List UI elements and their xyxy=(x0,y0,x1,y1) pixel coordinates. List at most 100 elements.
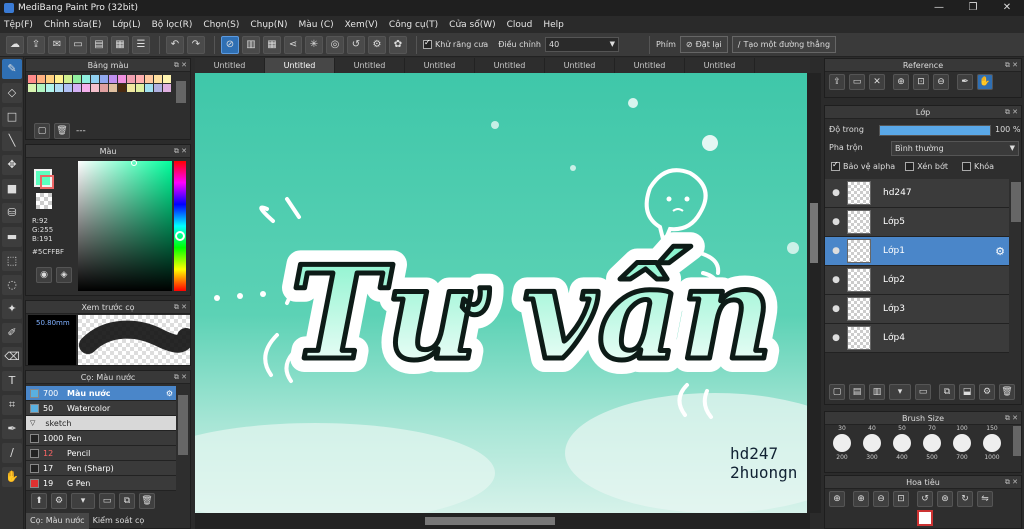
hand-icon[interactable]: ✋ xyxy=(977,74,993,90)
list-doc-icon[interactable]: ☰ xyxy=(132,35,150,54)
menu-filter[interactable]: Bộ lọc(R) xyxy=(152,20,193,30)
palette-swatch[interactable] xyxy=(127,75,135,83)
palette-swatch[interactable] xyxy=(118,84,126,92)
folder-icon[interactable]: ▭ xyxy=(99,493,115,509)
palette-swatch[interactable] xyxy=(136,84,144,92)
gear-icon[interactable]: ⚙ xyxy=(995,245,1005,258)
palette-swatch[interactable] xyxy=(163,75,171,83)
brush-tool-icon[interactable]: ✎ xyxy=(2,59,22,79)
brush-size-preset[interactable]: 100 700 xyxy=(947,425,977,471)
palette-swatch[interactable] xyxy=(100,84,108,92)
move-tool-icon[interactable]: ✥ xyxy=(2,155,22,175)
tab-brush[interactable]: Cọ: Màu nước xyxy=(26,513,89,529)
eye-icon[interactable]: ● xyxy=(831,304,841,314)
add-brush-icon[interactable]: ⬆ xyxy=(31,493,47,509)
brush-size-preset[interactable]: 150 1000 xyxy=(977,425,1007,471)
gear-icon[interactable]: ⚙ xyxy=(166,389,173,398)
tab-untitled[interactable]: Untitled xyxy=(545,58,615,73)
panel-popout-icon[interactable]: ⧉ ✕ xyxy=(1005,59,1018,72)
saturation-value-picker[interactable] xyxy=(78,161,172,291)
close-button[interactable]: ✕ xyxy=(990,0,1024,16)
menu-select[interactable]: Chọn(S) xyxy=(203,20,239,30)
palette-swatch[interactable] xyxy=(55,75,63,83)
navigator-thumbnail[interactable] xyxy=(917,510,933,526)
layer-settings-icon[interactable]: ⚙ xyxy=(979,384,995,400)
palette-swatch[interactable] xyxy=(28,75,36,83)
canvas-vertical-scrollbar[interactable] xyxy=(807,73,821,513)
new-layer-icon[interactable]: ▢ xyxy=(829,384,845,400)
straight-line-button[interactable]: ∕ Tạo một đường thẳng xyxy=(731,36,837,53)
brush-item[interactable]: 12 Pencil xyxy=(26,446,176,461)
tab-untitled[interactable]: Untitled xyxy=(265,58,335,73)
palette-swatch[interactable] xyxy=(37,75,45,83)
brush-item[interactable]: 700 Màu nước ⚙ xyxy=(26,386,176,401)
eraser-tool-icon[interactable]: ◇ xyxy=(2,83,22,103)
menu-capture[interactable]: Chụp(N) xyxy=(250,20,287,30)
color-wheel-icon[interactable]: ◉ xyxy=(36,267,52,283)
magic-wand-tool-icon[interactable]: ✦ xyxy=(2,299,22,319)
eye-icon[interactable]: ● xyxy=(831,333,841,343)
minimize-button[interactable]: — xyxy=(922,0,956,16)
select-eraser-tool-icon[interactable]: ⌫ xyxy=(2,347,22,367)
trash-icon[interactable]: 🗑 xyxy=(999,384,1015,400)
trash-icon[interactable]: 🗑 xyxy=(139,493,155,509)
layer-row[interactable]: ● hd247 xyxy=(825,179,1009,208)
tab-untitled[interactable]: Untitled xyxy=(405,58,475,73)
palette-swatch[interactable] xyxy=(28,84,36,92)
zoom-out-icon[interactable]: ⊖ xyxy=(873,491,889,507)
drawing-canvas[interactable]: Tư vấn Tư vấn hd247 2huongn xyxy=(195,73,807,513)
palette-swatch[interactable] xyxy=(91,84,99,92)
eyedropper-icon[interactable]: ✒ xyxy=(957,74,973,90)
palette-swatch[interactable] xyxy=(163,84,171,92)
brush-size-preset[interactable]: 70 500 xyxy=(917,425,947,471)
layer-row[interactable]: ● Lớp5 xyxy=(825,208,1009,237)
fit-icon[interactable]: ⊡ xyxy=(913,74,929,90)
tab-untitled[interactable]: Untitled xyxy=(195,58,265,73)
brush-item[interactable]: 19 G Pen xyxy=(26,476,176,491)
zoom-out-icon[interactable]: ⊖ xyxy=(933,74,949,90)
palette-swatch[interactable] xyxy=(145,84,153,92)
folder-open-icon[interactable]: ▭ xyxy=(849,74,865,90)
opacity-slider[interactable] xyxy=(879,125,991,136)
redo-icon[interactable]: ↷ xyxy=(187,35,205,54)
upload-icon[interactable]: ⇪ xyxy=(27,35,45,54)
shape-tool-icon[interactable]: □ xyxy=(2,107,22,127)
rotate-left-icon[interactable]: ↺ xyxy=(917,491,933,507)
tab-brush-control[interactable]: Kiểm soát cọ xyxy=(89,513,149,529)
menu-help[interactable]: Help xyxy=(543,20,564,30)
zoom-in-icon[interactable]: ⊕ xyxy=(893,74,909,90)
trash-icon[interactable]: 🗑 xyxy=(54,123,70,139)
zoom-in-icon[interactable]: ⊕ xyxy=(853,491,869,507)
vertical-scroll-thumb[interactable] xyxy=(810,203,818,263)
layer-list-scrollbar[interactable] xyxy=(1011,182,1021,222)
gradient-tool-icon[interactable]: ▬ xyxy=(2,227,22,247)
settings-snap-icon[interactable]: ⚙ xyxy=(368,35,386,54)
folder-icon[interactable]: ▭ xyxy=(915,384,931,400)
maximize-button[interactable]: ❐ xyxy=(956,0,990,16)
palette-swatch[interactable] xyxy=(73,84,81,92)
brush-settings-icon[interactable]: ⚙ xyxy=(51,493,67,509)
pen-tool-icon[interactable]: ∕ xyxy=(2,443,22,463)
palette-swatch[interactable] xyxy=(145,75,153,83)
menu-tools[interactable]: Công cụ(T) xyxy=(389,20,438,30)
no-snap-icon[interactable]: ⊘ xyxy=(221,35,239,54)
color-settings-icon[interactable]: ◈ xyxy=(56,267,72,283)
layer-row[interactable]: ● Lớp4 xyxy=(825,324,1009,353)
menu-window[interactable]: Cửa sổ(W) xyxy=(449,20,495,30)
eye-icon[interactable]: ● xyxy=(831,188,841,198)
grid-snap-icon[interactable]: ▦ xyxy=(263,35,281,54)
brush-item[interactable]: 1000 Pen xyxy=(26,431,176,446)
palette-swatch[interactable] xyxy=(55,84,63,92)
grid-doc-icon[interactable]: ▦ xyxy=(111,35,129,54)
blend-mode-select[interactable]: Bình thường ▼ xyxy=(891,141,1019,156)
panel-popout-icon[interactable]: ⧉ ✕ xyxy=(174,59,187,72)
select-rect-tool-icon[interactable]: ⬚ xyxy=(2,251,22,271)
palette-swatch[interactable] xyxy=(91,75,99,83)
cloud-icon[interactable]: ☁ xyxy=(6,35,24,54)
palette-swatch[interactable] xyxy=(127,84,135,92)
protect-alpha-checkbox[interactable] xyxy=(831,160,840,171)
brush-list-scrollbar[interactable] xyxy=(178,395,188,455)
fill-rect-tool-icon[interactable]: ■ xyxy=(2,179,22,199)
tab-untitled[interactable]: Untitled xyxy=(615,58,685,73)
brush-size-preset[interactable]: 40 300 xyxy=(857,425,887,471)
